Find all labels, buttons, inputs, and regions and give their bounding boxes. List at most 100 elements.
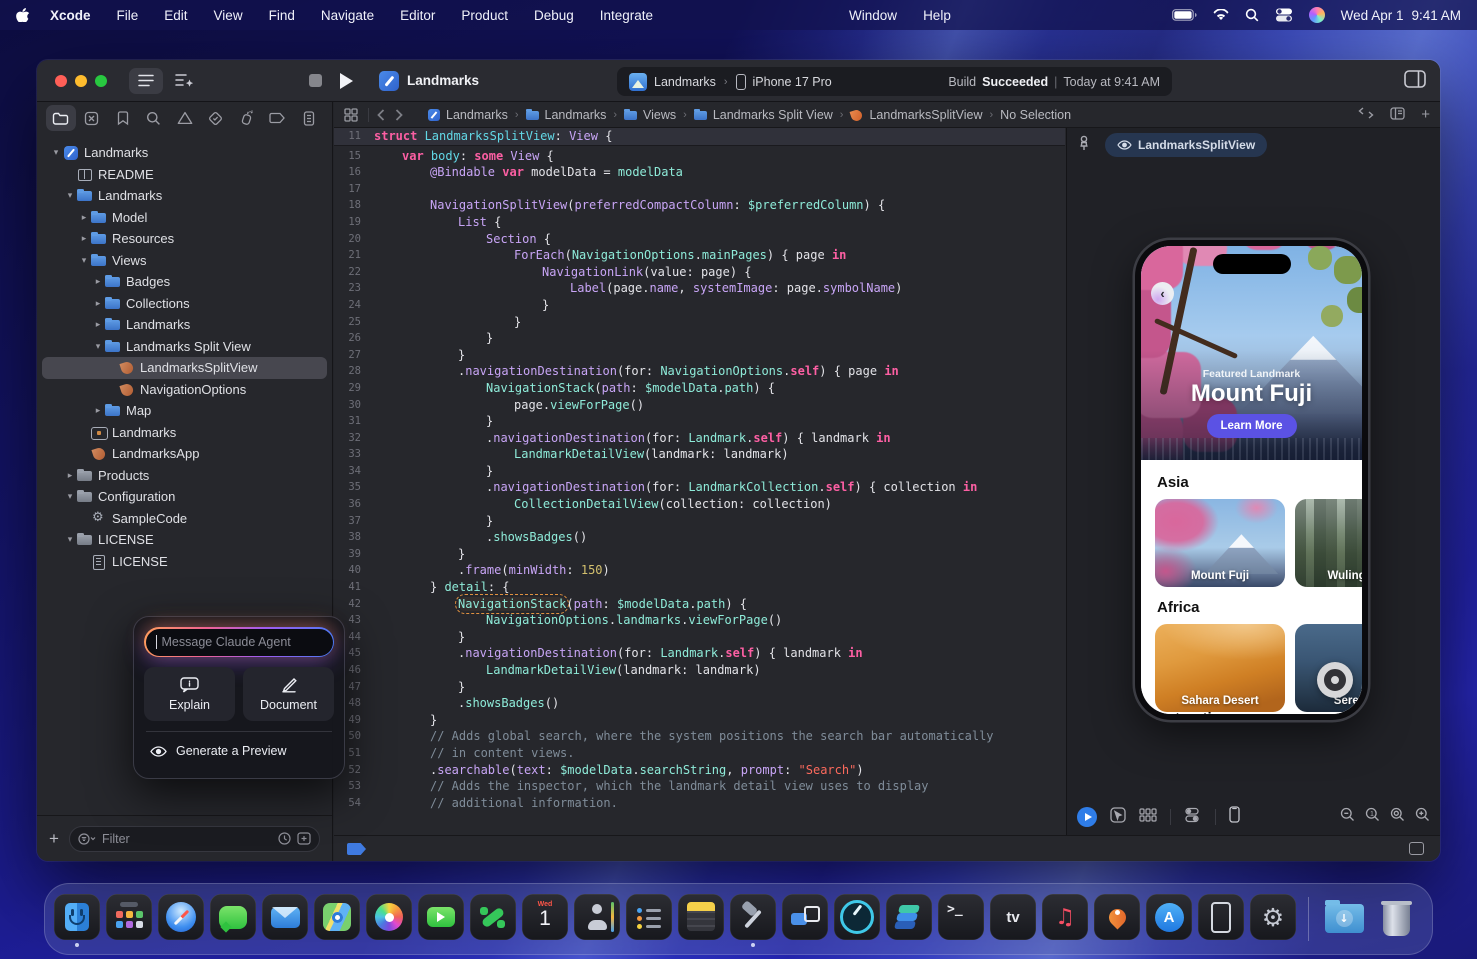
code-line-30[interactable]: 30page.viewForPage() (334, 397, 1065, 414)
battery-icon[interactable] (1172, 9, 1197, 21)
preview-tab[interactable]: LandmarksSplitView (1105, 133, 1267, 157)
menu-item-help[interactable]: Help (923, 8, 951, 23)
code-line-38[interactable]: 38.showsBadges() (334, 529, 1065, 546)
compose-sparkle-icon[interactable] (167, 68, 201, 94)
code-line-43[interactable]: 43NavigationOptions.landmarks.viewForPag… (334, 612, 1065, 629)
agent-message-input[interactable]: Message Claude Agent (146, 629, 333, 656)
navigator-item-landmarks[interactable]: ▾Landmarks (37, 185, 332, 207)
close-button[interactable] (55, 75, 67, 87)
code-line-40[interactable]: 40.frame(minWidth: 150) (334, 562, 1065, 579)
dock-app-maps[interactable] (314, 889, 360, 949)
menu-item-debug[interactable]: Debug (534, 8, 574, 23)
code-line-34[interactable]: 34} (334, 463, 1065, 480)
navigator-item-products[interactable]: ▸Products (37, 465, 332, 487)
bookmarks-navigator-icon[interactable] (108, 105, 138, 131)
reports-navigator-icon[interactable] (294, 105, 324, 131)
code-line-28[interactable]: 28.navigationDestination(for: Navigation… (334, 363, 1065, 380)
navigator-item-landmarks[interactable]: ▸Landmarks (37, 314, 332, 336)
menu-item-product[interactable]: Product (461, 8, 508, 23)
navigator-item-landmarks[interactable]: ▾Landmarks (37, 142, 332, 164)
dock-app-mail[interactable] (262, 889, 308, 949)
dock-app-contacts[interactable] (574, 889, 620, 949)
dock-app-music[interactable]: ♫ (1042, 889, 1088, 949)
dock-app-terminal[interactable]: >_ (938, 889, 984, 949)
dock-app-sf-symbols[interactable] (886, 889, 932, 949)
dock-app-photos[interactable] (366, 889, 412, 949)
dock-app-notes[interactable] (678, 889, 724, 949)
find-navigator-icon[interactable] (139, 105, 169, 131)
live-preview-button[interactable] (1077, 807, 1097, 827)
disclosure-closed-icon[interactable]: ▸ (77, 212, 91, 223)
disclosure-open-icon[interactable]: ▾ (63, 534, 77, 545)
code-line-47[interactable]: 47} (334, 679, 1065, 696)
featured-hero-image[interactable]: Featured Landmark Mount Fuji Learn More (1141, 246, 1362, 460)
filter-field[interactable]: Filter (69, 826, 320, 852)
navigator-item-views[interactable]: ▾Views (37, 250, 332, 272)
code-line-11[interactable]: 11struct LandmarksSplitView: View { (334, 128, 1065, 145)
disclosure-open-icon[interactable]: ▾ (77, 255, 91, 266)
stop-button[interactable] (309, 74, 322, 87)
code-review-icon[interactable] (1358, 107, 1374, 122)
code-line-45[interactable]: 45.navigationDestination(for: Landmark.s… (334, 645, 1065, 662)
code-line-52[interactable]: 52.searchable(text: $modelData.searchStr… (334, 762, 1065, 779)
back-button[interactable]: ‹ (1151, 282, 1174, 305)
navigator-item-samplecode[interactable]: SampleCode (37, 508, 332, 530)
crumb-landmarkssplitview[interactable]: LandmarksSplitView (850, 108, 982, 122)
code-line-19[interactable]: 19List { (334, 214, 1065, 231)
disclosure-closed-icon[interactable]: ▸ (91, 298, 105, 309)
editor-options-icon[interactable] (1390, 107, 1405, 123)
code-line-23[interactable]: 23Label(page.name, systemImage: page.sym… (334, 280, 1065, 297)
dock-app-reminders[interactable] (626, 889, 672, 949)
build-status[interactable]: Build Succeeded | Today at 9:41 AM (948, 75, 1160, 89)
code-line-33[interactable]: 33LandmarkDetailView(landmark: landmark) (334, 446, 1065, 463)
code-line-53[interactable]: 53// Adds the inspector, which the landm… (334, 778, 1065, 795)
zoom-in-icon[interactable] (1415, 807, 1430, 827)
code-line-36[interactable]: 36CollectionDetailView(collection: colle… (334, 496, 1065, 513)
code-line-46[interactable]: 46LandmarkDetailView(landmark: landmark) (334, 662, 1065, 679)
menu-item-integrate[interactable]: Integrate (600, 8, 653, 23)
dock-app-app-store[interactable]: A (1146, 889, 1192, 949)
dock-app-trash[interactable] (1373, 889, 1419, 949)
scheme-name[interactable]: Landmarks (654, 75, 716, 89)
navigator-item-license[interactable]: ▾LICENSE (37, 529, 332, 551)
add-file-button[interactable]: + (49, 829, 59, 849)
navigator-item-landmarksapp[interactable]: LandmarksApp (37, 443, 332, 465)
crumb-views[interactable]: Views (624, 108, 676, 122)
code-line-22[interactable]: 22NavigationLink(value: page) { (334, 264, 1065, 281)
go-forward-icon[interactable] (395, 109, 403, 121)
code-line-48[interactable]: 48.showsBadges() (334, 695, 1065, 712)
disclosure-open-icon[interactable]: ▾ (91, 341, 105, 352)
dock-app-facetime[interactable] (418, 889, 464, 949)
menu-item-navigate[interactable]: Navigate (321, 8, 374, 23)
navigator-item-landmarks[interactable]: Landmarks (37, 422, 332, 444)
disclosure-closed-icon[interactable]: ▸ (91, 276, 105, 287)
navigator-item-configuration[interactable]: ▾Configuration (37, 486, 332, 508)
zoom-100-icon[interactable]: 1 (1365, 807, 1380, 827)
minimize-button[interactable] (75, 75, 87, 87)
add-editor-icon[interactable]: + (1421, 106, 1430, 123)
code-line-27[interactable]: 27} (334, 347, 1065, 364)
code-line-24[interactable]: 24} (334, 297, 1065, 314)
navigator-item-collections[interactable]: ▸Collections (37, 293, 332, 315)
dock-app-launchpad[interactable] (106, 889, 152, 949)
document-button[interactable]: Document (243, 667, 334, 721)
navigator-item-map[interactable]: ▸Map (37, 400, 332, 422)
inspector-toggle-icon[interactable] (1404, 70, 1426, 93)
navigator-item-resources[interactable]: ▸Resources (37, 228, 332, 250)
landmark-card-wulingyuan[interactable]: Wulingyuan (1295, 499, 1362, 587)
zoom-fit-icon[interactable] (1390, 807, 1405, 827)
menu-item-view[interactable]: View (214, 8, 243, 23)
code-line-37[interactable]: 37} (334, 513, 1065, 530)
dock-app-phone[interactable] (470, 889, 516, 949)
menu-item-find[interactable]: Find (269, 8, 295, 23)
code-line-15[interactable]: 15var body: some View { (334, 148, 1065, 165)
apple-menu-icon[interactable] (16, 8, 30, 22)
project-navigator-icon[interactable] (46, 105, 76, 131)
selectable-mode-icon[interactable] (1110, 807, 1126, 828)
dock-app-calendar[interactable]: Wed1 (522, 889, 568, 949)
dock-app-downloads[interactable]: ↓ (1321, 889, 1367, 949)
control-center-icon[interactable] (1275, 8, 1293, 22)
variants-icon[interactable] (1139, 808, 1157, 827)
navigator-item-landmarkssplitview[interactable]: LandmarksSplitView (37, 357, 332, 379)
code-line-39[interactable]: 39} (334, 546, 1065, 563)
